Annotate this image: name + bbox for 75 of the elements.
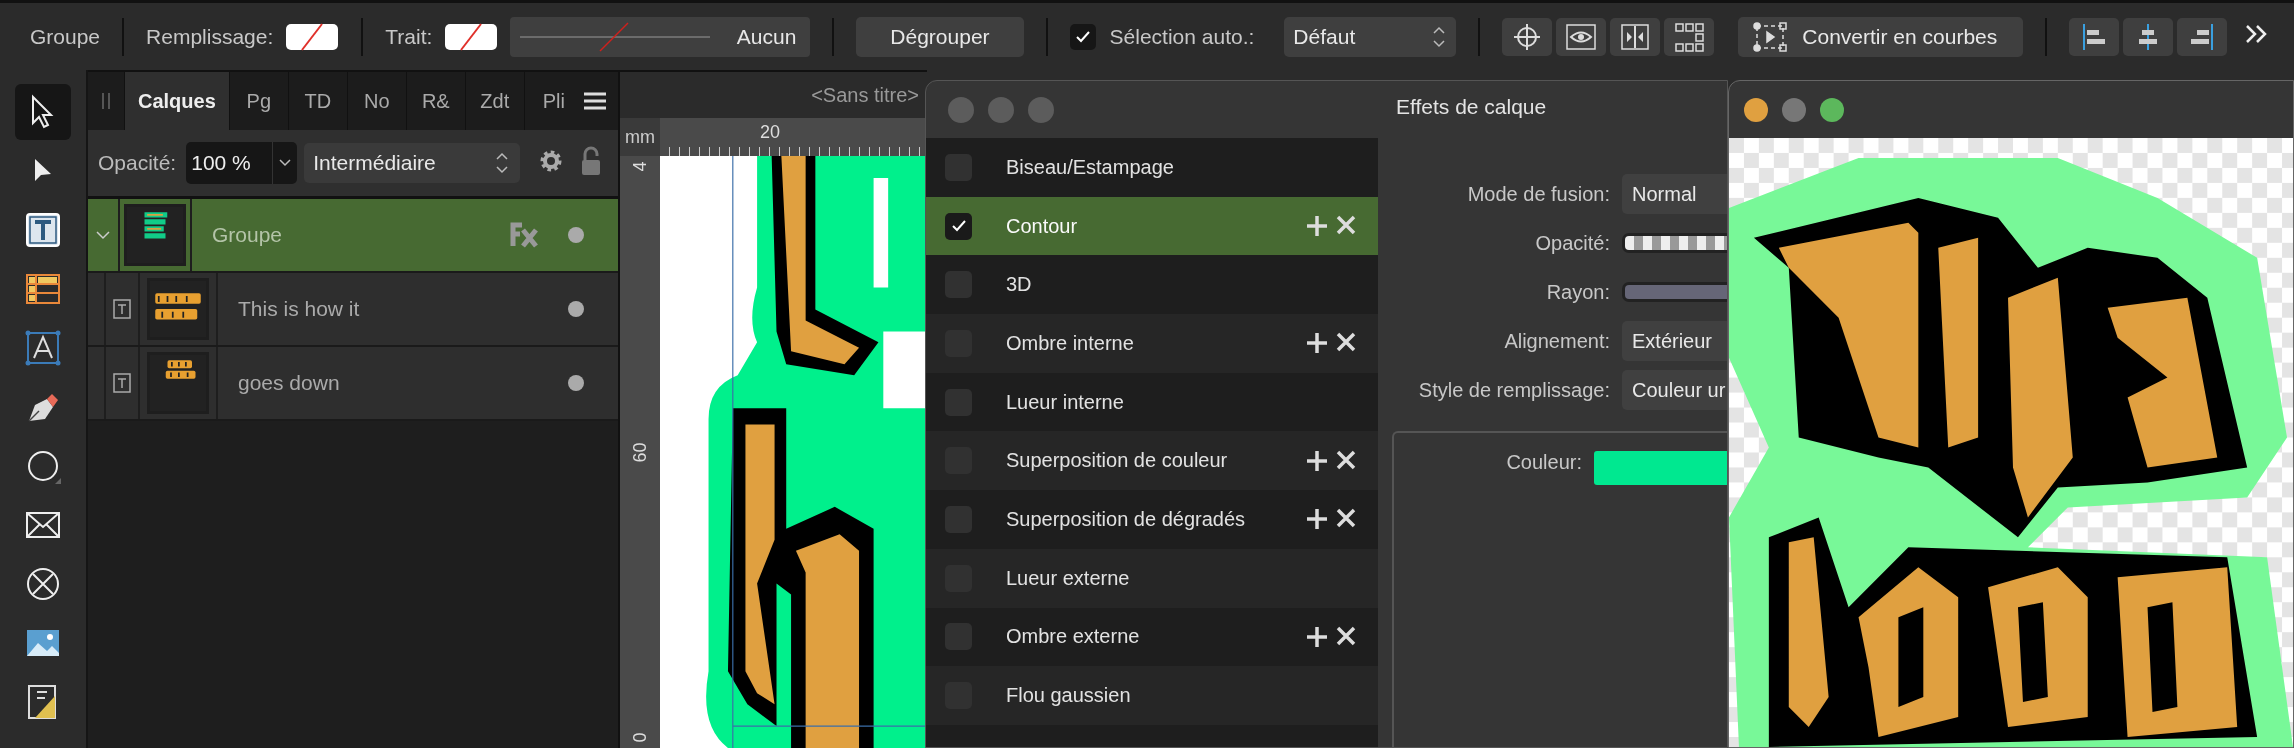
setting-label: Opacité: [1534, 231, 1611, 255]
updown-icon [496, 151, 509, 175]
setting-label: Rayon: [1545, 280, 1611, 304]
opacity-field[interactable]: 100 % [186, 142, 273, 184]
setting-label: Alignement: [1503, 329, 1611, 353]
align-left-icon[interactable] [2069, 17, 2120, 56]
grid-icon[interactable] [1664, 17, 1715, 56]
ruler-label: 20 [760, 122, 781, 143]
visibility-dot[interactable] [568, 301, 584, 317]
effect-checkbox[interactable] [945, 212, 972, 240]
layer-row[interactable]: This is how it [88, 273, 618, 347]
pointer-icon[interactable] [15, 84, 71, 140]
plus-icon[interactable] [1306, 625, 1328, 648]
close-icon[interactable] [1336, 449, 1356, 470]
visibility-dot[interactable] [568, 227, 584, 243]
effect-item[interactable]: Contour [926, 196, 1378, 256]
plus-icon[interactable] [1306, 449, 1328, 472]
dropdown[interactable]: Normal [1622, 174, 1727, 214]
dropdown[interactable]: Couleur ur [1622, 370, 1727, 410]
close-icon[interactable] [1336, 625, 1356, 646]
effect-item[interactable]: Flou gaussien [926, 666, 1378, 725]
opacity-label: Opacité: [98, 151, 177, 175]
document-title: <Sans titre> [811, 83, 919, 107]
selection-mode-dropdown[interactable]: Défaut [1284, 16, 1457, 57]
layer-name: goes down [238, 371, 340, 395]
effect-item[interactable]: Superposition de couleur [926, 431, 1378, 491]
convert-icon [1752, 21, 1789, 52]
ruler-label: 0 [629, 732, 651, 743]
auto-select-checkbox[interactable] [1069, 23, 1096, 50]
layer-name: Groupe [212, 223, 283, 247]
slider-track[interactable] [1622, 282, 1727, 302]
align-center-icon[interactable] [2123, 17, 2174, 56]
visibility-dot[interactable] [568, 375, 584, 391]
fill-label: Remplissage: [146, 24, 274, 49]
ruler-unit: mm [620, 118, 660, 156]
window-button[interactable] [1744, 97, 1768, 122]
plus-icon[interactable] [1306, 332, 1328, 355]
close-icon[interactable] [1336, 508, 1356, 529]
flip-icon[interactable] [1610, 17, 1661, 56]
fill-swatch[interactable] [285, 22, 340, 51]
color-swatch[interactable] [1594, 451, 1727, 485]
window-button[interactable] [1820, 97, 1844, 122]
setting-label: Style de remplissage: [1417, 378, 1611, 402]
crosshair-icon[interactable] [1502, 17, 1553, 56]
layer-name: This is how it [238, 297, 360, 321]
effect-item[interactable]: Lueur externe [926, 548, 1378, 608]
chevron-down-icon[interactable] [272, 142, 298, 184]
text-layer-icon [113, 299, 131, 319]
ruler-label: 60 [629, 442, 651, 462]
selection-label: Groupe [30, 24, 101, 49]
ungroup-button[interactable]: Dégrouper [856, 16, 1024, 57]
setting-label: Couleur: [1505, 451, 1583, 474]
align-right-icon[interactable] [2177, 17, 2228, 56]
layer-row[interactable]: goes down [88, 347, 618, 421]
stroke-swatch[interactable] [444, 22, 499, 51]
dialog-title: Effets de calque [1396, 95, 1547, 119]
slider-track[interactable] [1622, 233, 1727, 253]
close-icon[interactable] [1336, 332, 1356, 353]
eye-icon[interactable] [1556, 17, 1607, 56]
plus-icon[interactable] [1306, 508, 1328, 531]
blend-mode-dropdown[interactable]: Intermédiaire [304, 143, 521, 183]
auto-select-label: Sélection auto.: [1109, 24, 1255, 49]
check-icon [1074, 29, 1091, 44]
convert-to-curves-button[interactable]: Convertir en courbes [1738, 16, 2024, 57]
stroke-style-dropdown[interactable]: Aucun [510, 16, 811, 57]
window-button[interactable] [1782, 97, 1806, 122]
setting-label: Mode de fusion: [1466, 182, 1611, 206]
ruler-label: 4 [629, 161, 651, 172]
check-icon [950, 219, 967, 234]
panel-tab[interactable]: Calques [124, 72, 229, 130]
stroke-label: Trait: [385, 24, 433, 49]
dropdown[interactable]: Extérieur [1622, 321, 1727, 361]
text-layer-icon [113, 373, 131, 393]
effect-item[interactable]: Ombre interne [926, 314, 1378, 373]
line-style-icon [520, 21, 711, 52]
